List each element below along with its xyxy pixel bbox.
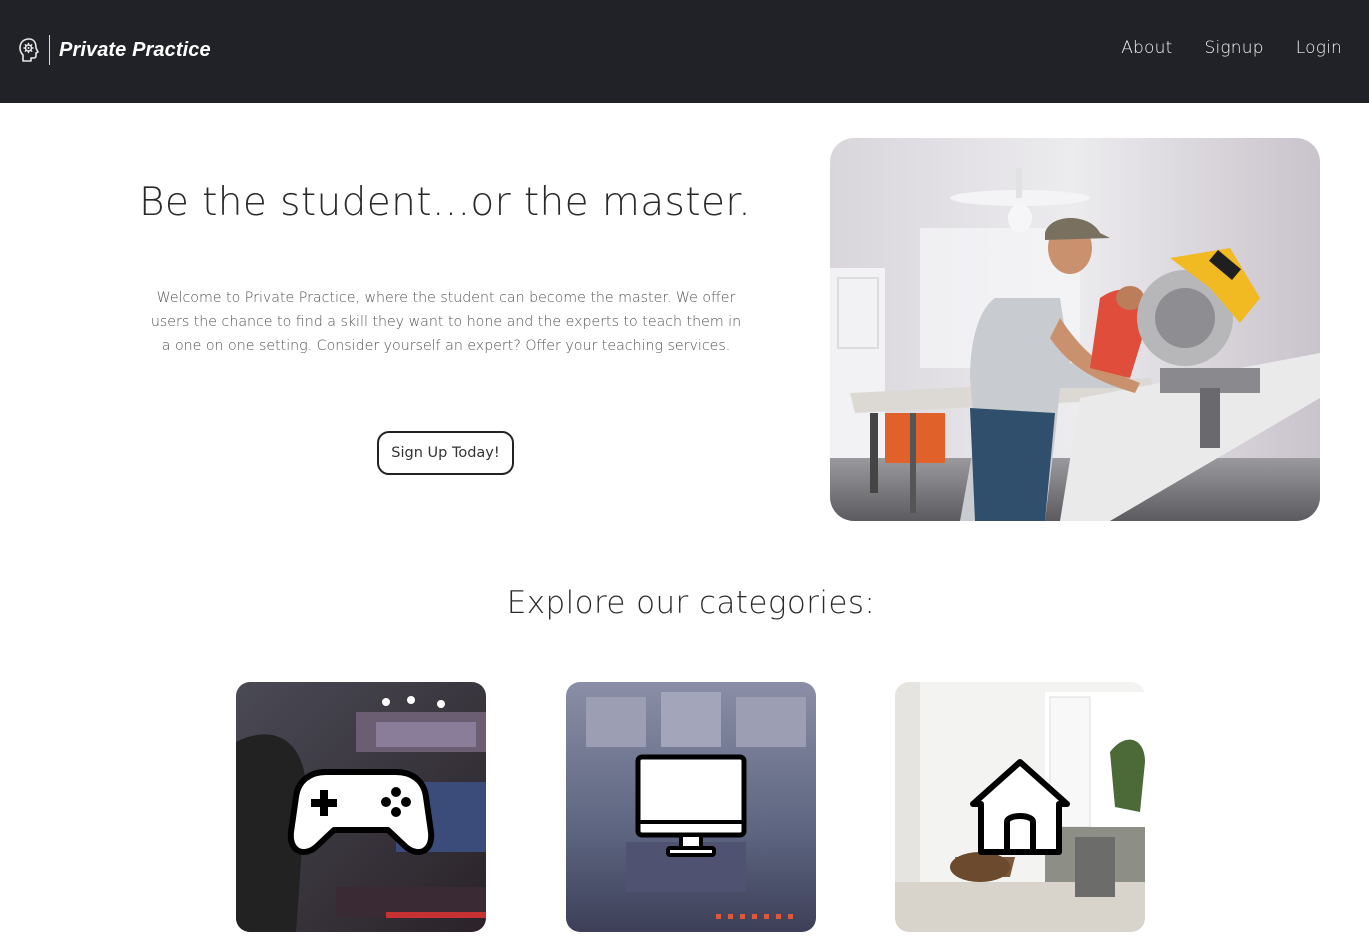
- head-gear-icon: [18, 36, 40, 64]
- nav-signup-link[interactable]: Signup: [1204, 38, 1263, 58]
- nav-about-link[interactable]: About: [1121, 38, 1172, 58]
- hero-title: Be the student...or the master.: [138, 180, 752, 225]
- hero-description: Welcome to Private Practice, where the s…: [150, 290, 742, 354]
- sign-up-today-button[interactable]: Sign Up Today!: [377, 431, 514, 475]
- brand[interactable]: Private Practice: [18, 35, 211, 65]
- brand-divider: [49, 35, 50, 65]
- category-gaming-card[interactable]: [236, 682, 486, 932]
- nav-links: About Signup Login: [1121, 38, 1342, 58]
- navbar: Private Practice About Signup Login: [0, 0, 1369, 103]
- category-computers-card[interactable]: [566, 682, 816, 932]
- hero-carpenter-image: [830, 138, 1320, 521]
- category-home-card[interactable]: [895, 682, 1145, 932]
- categories-title: Explore our categories:: [506, 585, 876, 621]
- nav-login-link[interactable]: Login: [1296, 38, 1342, 58]
- brand-name[interactable]: Private Practice: [59, 39, 211, 62]
